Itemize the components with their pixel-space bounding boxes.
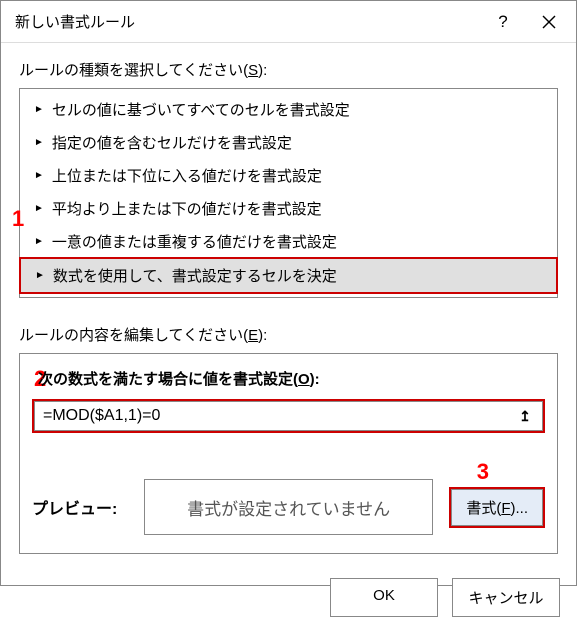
label-text: ルールの内容を編集してください(: [19, 327, 248, 344]
rule-type-text: 一意の値または重複する値だけを書式設定: [52, 231, 337, 252]
preview-label: プレビュー:: [32, 495, 128, 519]
accelerator-key: S: [248, 62, 258, 79]
rule-edit-body: 2 次の数式を満たす場合に値を書式設定(O): ↥ プレビュー: 書式が: [19, 353, 558, 554]
titlebar: 新しい書式ルール ?: [1, 1, 576, 43]
accelerator-key: E: [248, 327, 258, 344]
range-select-button[interactable]: ↥: [514, 406, 536, 426]
button-text: 書式(: [466, 500, 501, 517]
rule-edit-section: ルールの内容を編集してください(E): 2 次の数式を満たす場合に値を書式設定(…: [19, 324, 558, 554]
bullet-icon: ►: [34, 105, 44, 115]
accelerator-key: O: [298, 371, 310, 388]
format-button-wrap: 3 書式(F)...: [449, 487, 545, 528]
format-button[interactable]: 書式(F)...: [451, 489, 543, 526]
rule-type-text: セルの値に基づいてすべてのセルを書式設定: [52, 99, 350, 120]
annotation-marker-3: 3: [477, 459, 489, 485]
label-text: ルールの種類を選択してください(: [19, 62, 248, 79]
close-icon: [542, 15, 556, 29]
close-button[interactable]: [526, 1, 572, 43]
dialog-button-row: OK キャンセル: [1, 566, 576, 631]
rule-type-item[interactable]: ► 平均より上または下の値だけを書式設定: [20, 192, 557, 225]
label-text: ):: [310, 371, 320, 388]
rule-type-item[interactable]: ► 上位または下位に入る値だけを書式設定: [20, 159, 557, 192]
bullet-icon: ►: [34, 204, 44, 214]
rule-type-item[interactable]: ► 一意の値または重複する値だけを書式設定: [20, 225, 557, 258]
bullet-icon: ►: [35, 271, 45, 281]
formula-field: ↥: [34, 401, 543, 431]
rule-type-item[interactable]: ► セルの値に基づいてすべてのセルを書式設定: [20, 93, 557, 126]
bullet-icon: ►: [34, 237, 44, 247]
rule-type-text: 指定の値を含むセルだけを書式設定: [52, 132, 292, 153]
label-text: ):: [258, 62, 267, 79]
bullet-icon: ►: [34, 171, 44, 181]
rule-edit-label: ルールの内容を編集してください(E):: [19, 324, 558, 345]
label-text: 次の数式を満たす場合に値を書式設定(: [38, 371, 298, 388]
rule-type-label: ルールの種類を選択してください(S):: [19, 59, 558, 80]
bullet-icon: ►: [34, 138, 44, 148]
accelerator-key: F: [501, 500, 510, 517]
dialog-content: ルールの種類を選択してください(S): ► セルの値に基づいてすべてのセルを書式…: [1, 43, 576, 566]
collapse-dialog-icon: ↥: [519, 408, 531, 425]
preview-row: プレビュー: 書式が設定されていません 3 書式(F)...: [32, 479, 545, 535]
new-formatting-rule-dialog: 新しい書式ルール ? ルールの種類を選択してください(S): ► セルの値に基づ…: [0, 0, 577, 586]
cancel-button[interactable]: キャンセル: [452, 578, 560, 617]
preview-text: 書式が設定されていません: [187, 495, 390, 520]
help-button[interactable]: ?: [480, 1, 526, 43]
annotation-marker-1: 1: [12, 206, 24, 232]
formula-field-highlight: ↥: [32, 399, 545, 433]
rule-type-item-selected[interactable]: ► 数式を使用して、書式設定するセルを決定: [19, 257, 558, 294]
preview-box: 書式が設定されていません: [144, 479, 433, 535]
rule-type-text: 平均より上または下の値だけを書式設定: [52, 198, 322, 219]
rule-type-text: 上位または下位に入る値だけを書式設定: [52, 165, 322, 186]
ok-button[interactable]: OK: [330, 578, 438, 617]
format-button-highlight: 書式(F)...: [449, 487, 545, 528]
label-text: ):: [258, 327, 267, 344]
button-text: )...: [511, 500, 529, 517]
rule-type-list[interactable]: ► セルの値に基づいてすべてのセルを書式設定 ► 指定の値を含むセルだけを書式設…: [19, 88, 558, 298]
dialog-title: 新しい書式ルール: [15, 11, 480, 32]
formula-input[interactable]: [41, 406, 514, 426]
formula-label: 次の数式を満たす場合に値を書式設定(O):: [32, 368, 545, 389]
rule-type-item[interactable]: ► 指定の値を含むセルだけを書式設定: [20, 126, 557, 159]
rule-type-text: 数式を使用して、書式設定するセルを決定: [53, 265, 337, 286]
